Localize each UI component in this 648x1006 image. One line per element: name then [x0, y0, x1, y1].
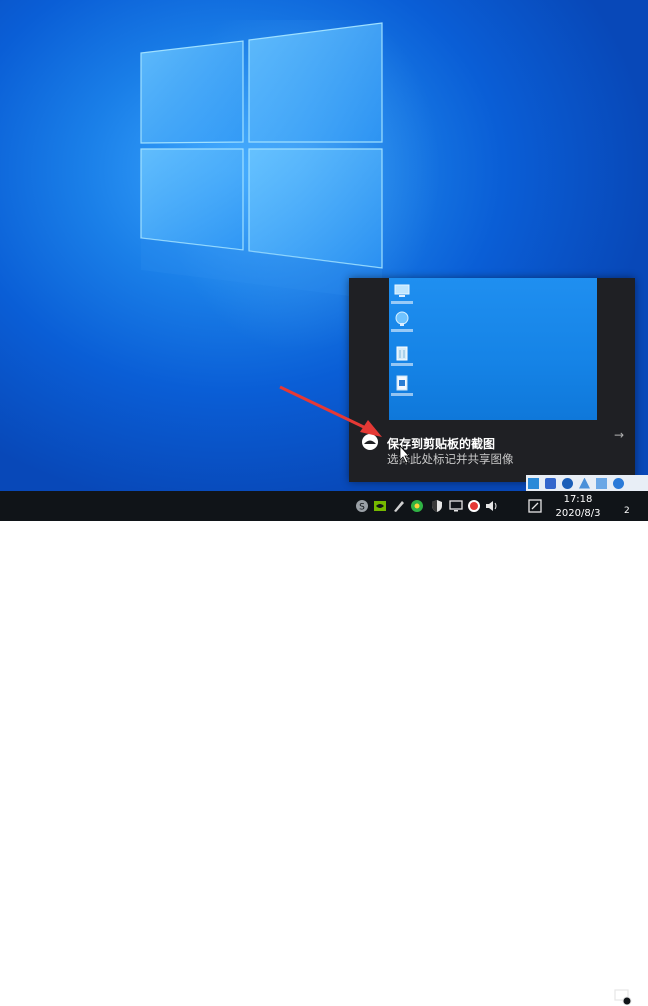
green-app-icon[interactable]: [410, 499, 424, 513]
network-desktop-icon: [391, 310, 413, 332]
action-center-icon[interactable]: [614, 989, 632, 1005]
svg-text:S: S: [359, 503, 365, 513]
tray-app-icon[interactable]: [579, 477, 590, 489]
defender-icon[interactable]: [430, 499, 444, 513]
clock-date[interactable]: 2020/8/3: [552, 508, 604, 519]
tray-app-icon[interactable]: [596, 477, 607, 489]
gear-icon[interactable]: [613, 477, 624, 489]
toast-subtitle[interactable]: 选择此处标记并共享图像: [387, 451, 514, 467]
skype-icon[interactable]: S: [355, 499, 369, 513]
ime-indicator[interactable]: 英: [505, 989, 517, 1006]
recycle-bin-icon: [391, 344, 413, 366]
screenshot-thumbnail[interactable]: [389, 278, 597, 420]
volume-icon[interactable]: [485, 499, 499, 513]
taskbar: S 英: [0, 491, 648, 1005]
network-icon[interactable]: [449, 499, 463, 513]
pen-workspace-icon[interactable]: [528, 499, 542, 513]
notification-count-badge: 2: [624, 506, 630, 516]
tray-overflow-strip: [526, 475, 648, 491]
toast-arrow-icon[interactable]: →: [614, 428, 624, 442]
tray-app-icon[interactable]: [545, 477, 556, 489]
tray-app-icon[interactable]: [528, 477, 539, 489]
pen-icon[interactable]: [392, 499, 406, 513]
document-icon: [391, 374, 413, 396]
record-icon[interactable]: [467, 499, 481, 513]
snip-sketch-icon: [362, 434, 378, 450]
clock-time[interactable]: 17:18: [563, 494, 593, 505]
toast-title: 保存到剪贴板的截图: [387, 437, 496, 451]
nvidia-icon[interactable]: [373, 499, 387, 513]
screenshot-notification[interactable]: 保存到剪贴板的截图 选择此处标记并共享图像 →: [349, 278, 635, 482]
moon-icon[interactable]: [562, 477, 573, 489]
this-pc-icon: [391, 282, 413, 304]
